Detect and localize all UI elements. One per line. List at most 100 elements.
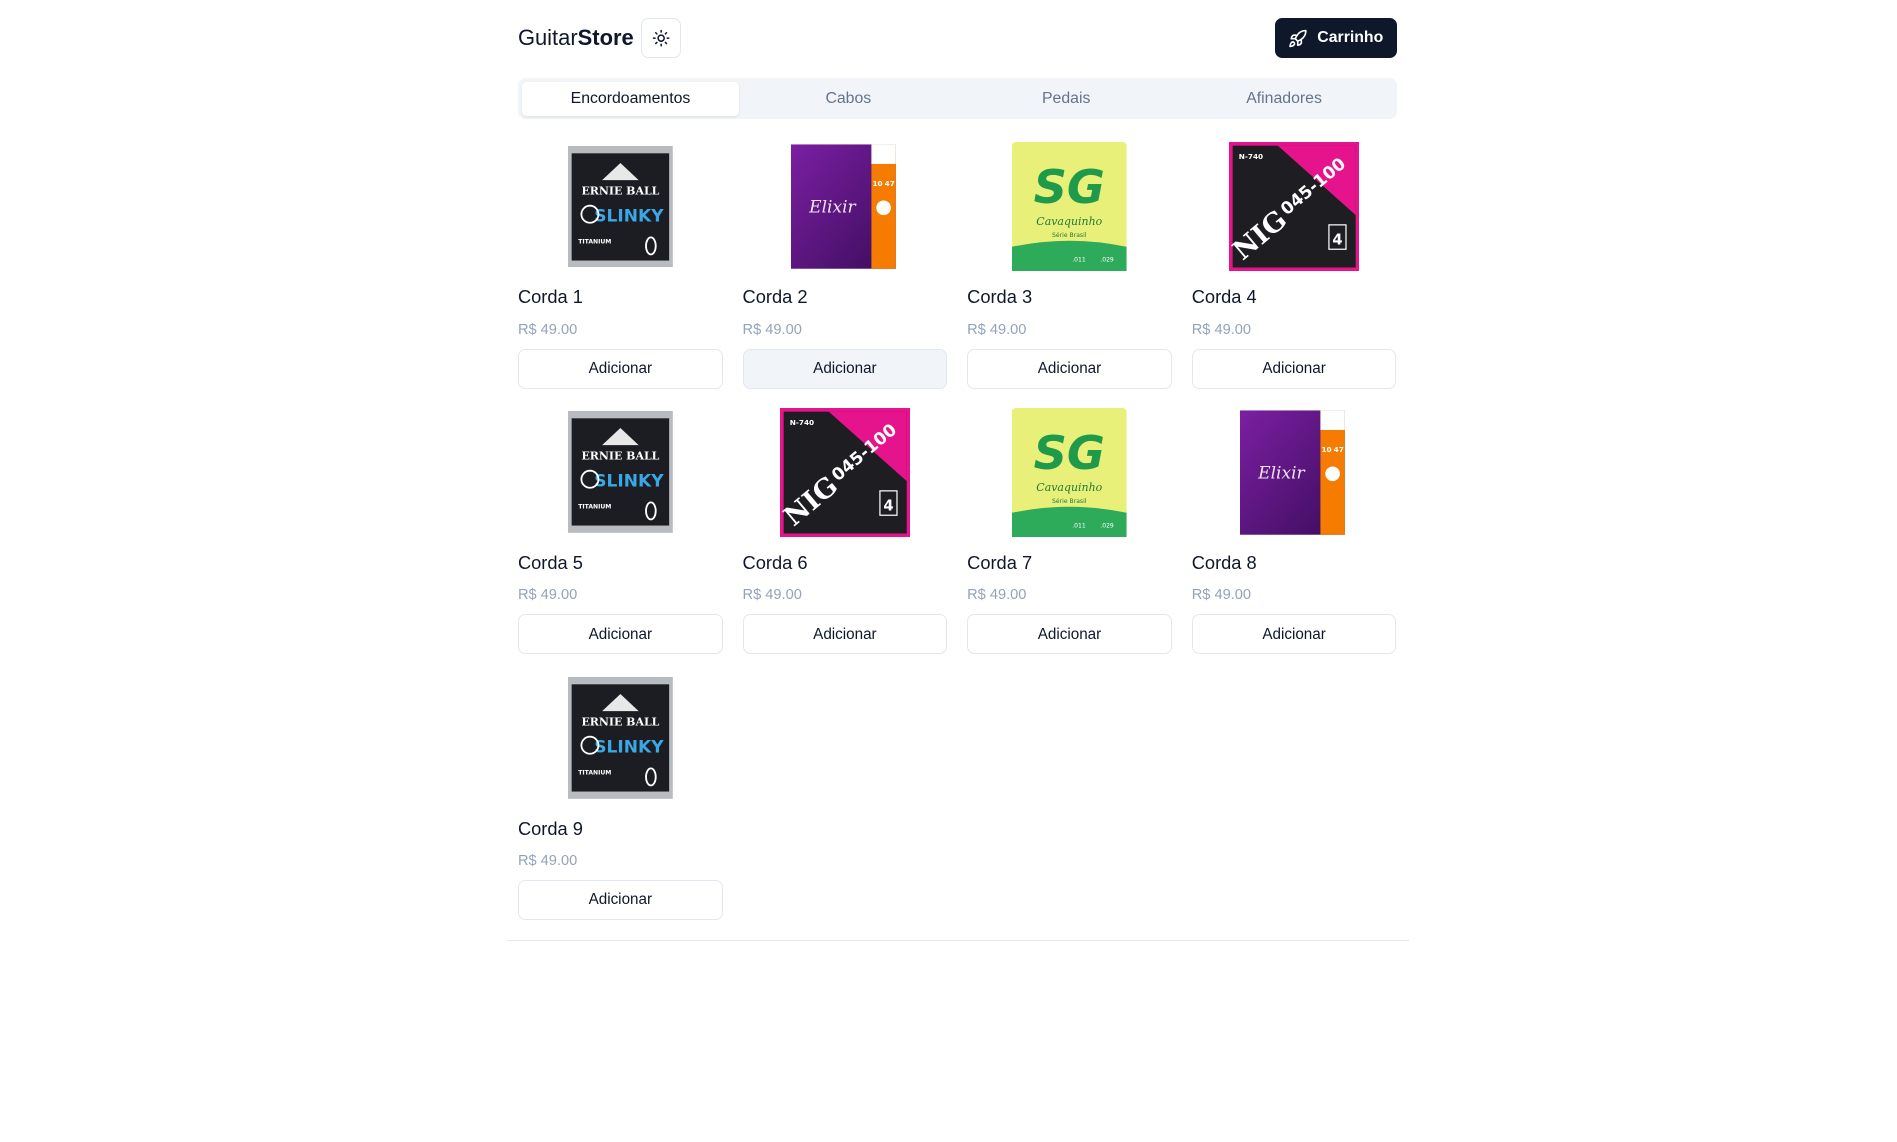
svg-text:.011: .011 xyxy=(1072,522,1086,529)
product-card: Elixir 10 47 Corda 8 R$ 49.00 Adicionar xyxy=(1191,407,1397,655)
product-card: SG Cavaquinho Série Brasil .011 .029 Cor… xyxy=(967,407,1172,655)
product-image-nig[interactable]: N-740 045-100 NIG 4 xyxy=(1229,141,1360,272)
sun-icon xyxy=(652,29,670,47)
tab-encordoamentos[interactable]: Encordoamentos xyxy=(521,81,740,116)
svg-text:.029: .029 xyxy=(1100,522,1114,529)
svg-text:10: 10 xyxy=(1322,444,1332,453)
product-name: Corda 1 xyxy=(517,286,583,308)
add-to-cart-button[interactable]: Adicionar xyxy=(1191,614,1397,655)
product-price: R$ 49.00 xyxy=(517,853,578,870)
logo-part-2: Store xyxy=(577,24,634,50)
svg-text:SLINKY: SLINKY xyxy=(594,206,664,226)
svg-text:.029: .029 xyxy=(1100,256,1114,263)
add-to-cart-button[interactable]: Adicionar xyxy=(742,614,948,655)
svg-text:ERNIE BALL: ERNIE BALL xyxy=(581,184,659,197)
product-name: Corda 2 xyxy=(742,286,808,308)
header: GuitarStore Carrinho xyxy=(517,18,1397,59)
product-price: R$ 49.00 xyxy=(967,321,1027,338)
tab-cabos[interactable]: Cabos xyxy=(739,82,957,116)
product-price: R$ 49.00 xyxy=(517,321,578,338)
svg-text:4: 4 xyxy=(883,497,893,514)
product-image-elixir[interactable]: Elixir 10 47 xyxy=(1240,408,1347,537)
product-card: Elixir 10 47 Corda 2 R$ 49.00 Adicionar xyxy=(742,141,948,389)
product-image-box: ERNIE BALL SLINKY TITANIUM xyxy=(518,673,723,803)
product-card: ERNIE BALL SLINKY TITANIUM Corda 1 R$ 49… xyxy=(517,141,723,389)
product-image-ernie-ball[interactable]: ERNIE BALL SLINKY TITANIUM xyxy=(567,411,673,534)
product-price: R$ 49.00 xyxy=(967,587,1027,604)
logo[interactable]: GuitarStore xyxy=(517,24,634,50)
tab-pedais[interactable]: Pedais xyxy=(957,82,1175,116)
svg-text:47: 47 xyxy=(1334,444,1344,453)
svg-text:ERNIE BALL: ERNIE BALL xyxy=(581,450,659,463)
category-tabs: Encordoamentos Cabos Pedais Afinadores xyxy=(517,77,1397,120)
product-name: Corda 8 xyxy=(1191,552,1257,574)
product-card: ERNIE BALL SLINKY TITANIUM Corda 5 R$ 49… xyxy=(517,407,723,655)
logo-part-1: Guitar xyxy=(517,24,578,50)
add-to-cart-button[interactable]: Adicionar xyxy=(967,614,1172,655)
svg-text:N-740: N-740 xyxy=(1239,152,1263,161)
svg-text:Elixir: Elixir xyxy=(1258,463,1306,483)
svg-text:Série Brasil: Série Brasil xyxy=(1052,497,1087,505)
product-price: R$ 49.00 xyxy=(517,587,578,604)
rocket-icon xyxy=(1289,29,1307,47)
svg-text:ERNIE BALL: ERNIE BALL xyxy=(581,716,659,729)
product-image-box: Elixir 10 47 xyxy=(1192,407,1397,537)
product-card: ERNIE BALL SLINKY TITANIUM Corda 9 R$ 49… xyxy=(517,673,723,921)
svg-text:Cavaquinho: Cavaquinho xyxy=(1037,480,1103,493)
svg-text:.011: .011 xyxy=(1072,256,1086,263)
add-to-cart-button[interactable]: Adicionar xyxy=(1191,348,1397,389)
product-image-sg-cavaquinho[interactable]: SG Cavaquinho Série Brasil .011 .029 xyxy=(1012,141,1127,272)
svg-text:SLINKY: SLINKY xyxy=(594,737,664,757)
svg-text:Série Brasil: Série Brasil xyxy=(1052,231,1087,239)
svg-text:Cavaquinho: Cavaquinho xyxy=(1037,215,1103,228)
product-name: Corda 7 xyxy=(967,552,1033,574)
product-grid: ERNIE BALL SLINKY TITANIUM Corda 1 R$ 49… xyxy=(517,141,1397,921)
product-image-sg-cavaquinho[interactable]: SG Cavaquinho Série Brasil .011 .029 xyxy=(1012,407,1127,537)
product-price: R$ 49.00 xyxy=(742,321,802,338)
svg-text:SG: SG xyxy=(1034,160,1105,214)
product-name: Corda 3 xyxy=(967,286,1033,308)
product-image-box: SG Cavaquinho Série Brasil .011 .029 xyxy=(967,407,1172,537)
product-price: R$ 49.00 xyxy=(1191,587,1252,604)
product-name: Corda 4 xyxy=(1191,286,1257,308)
svg-text:TITANIUM: TITANIUM xyxy=(578,238,611,245)
product-image-ernie-ball[interactable]: ERNIE BALL SLINKY TITANIUM xyxy=(567,145,673,268)
product-name: Corda 6 xyxy=(742,552,808,574)
svg-text:4: 4 xyxy=(1332,231,1342,248)
product-name: Corda 9 xyxy=(517,817,583,839)
product-image-box: N-740 045-100 NIG 4 xyxy=(743,407,948,537)
product-price: R$ 49.00 xyxy=(1191,321,1252,338)
add-to-cart-button[interactable]: Adicionar xyxy=(517,348,723,389)
theme-toggle-button[interactable] xyxy=(641,18,682,59)
svg-text:47: 47 xyxy=(885,179,895,188)
product-image-nig[interactable]: N-740 045-100 NIG 4 xyxy=(780,407,911,537)
product-price: R$ 49.00 xyxy=(742,587,802,604)
tab-afinadores[interactable]: Afinadores xyxy=(1175,82,1393,116)
add-to-cart-button[interactable]: Adicionar xyxy=(517,879,723,921)
add-to-cart-button[interactable]: Adicionar xyxy=(742,348,948,389)
product-image-elixir[interactable]: Elixir 10 47 xyxy=(791,142,898,271)
svg-text:TITANIUM: TITANIUM xyxy=(578,504,611,511)
product-name: Corda 5 xyxy=(517,552,583,574)
product-image-box: Elixir 10 47 xyxy=(743,141,948,271)
svg-text:10: 10 xyxy=(873,179,883,188)
svg-text:N-740: N-740 xyxy=(789,418,813,427)
product-image-box: ERNIE BALL SLINKY TITANIUM xyxy=(518,407,723,537)
svg-text:SG: SG xyxy=(1034,426,1105,480)
product-card: N-740 045-100 NIG 4 Corda 6 R$ 49.00 Adi… xyxy=(742,407,948,655)
svg-text:Elixir: Elixir xyxy=(808,198,856,218)
svg-text:TITANIUM: TITANIUM xyxy=(578,769,611,776)
product-card: SG Cavaquinho Série Brasil .011 .029 Cor… xyxy=(967,141,1172,389)
product-image-ernie-ball[interactable]: ERNIE BALL SLINKY TITANIUM xyxy=(567,676,673,799)
svg-text:SLINKY: SLINKY xyxy=(594,472,664,492)
product-image-box: ERNIE BALL SLINKY TITANIUM xyxy=(518,141,723,271)
add-to-cart-button[interactable]: Adicionar xyxy=(967,348,1172,389)
cart-button-label: Carrinho xyxy=(1317,29,1384,47)
footer-divider xyxy=(506,939,1409,941)
product-image-box: SG Cavaquinho Série Brasil .011 .029 xyxy=(967,141,1172,272)
page: GuitarStore Carrinho Encordoamentos Cabo… xyxy=(0,0,1897,1142)
cart-button[interactable]: Carrinho xyxy=(1274,18,1397,59)
product-card: N-740 045-100 NIG 4 Corda 4 R$ 49.00 Adi… xyxy=(1191,141,1397,389)
add-to-cart-button[interactable]: Adicionar xyxy=(517,614,723,655)
product-image-box: N-740 045-100 NIG 4 xyxy=(1192,141,1397,272)
